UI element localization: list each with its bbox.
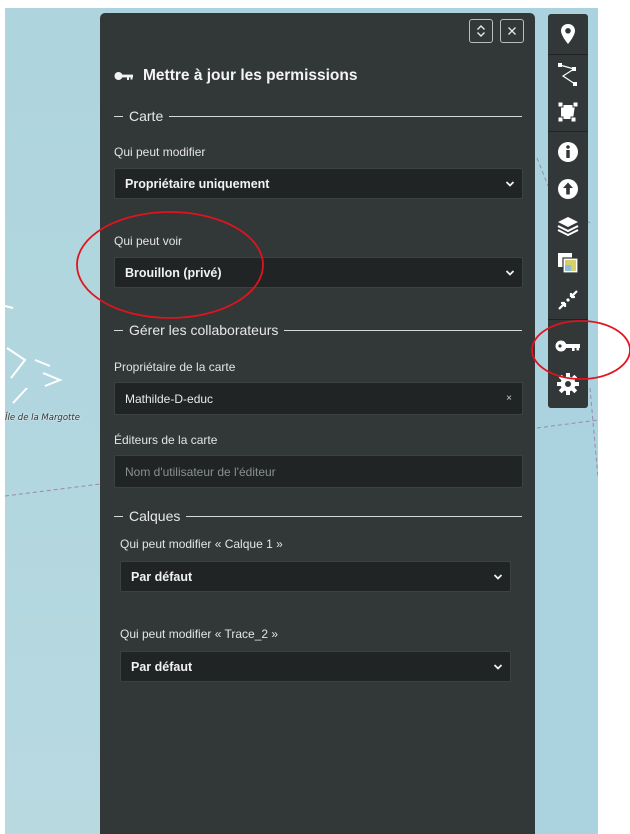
legend-line (284, 329, 522, 331)
view-permission-select[interactable]: Brouillon (privé) (114, 257, 523, 288)
collapse-expand-button[interactable] (469, 19, 493, 43)
draw-polygon-icon (557, 101, 579, 123)
legend-line (169, 115, 522, 117)
layer-permission-label: Qui peut modifier « Trace_2 » (120, 627, 279, 641)
legend-line (114, 115, 123, 117)
collaborators-section-legend: Gérer les collaborateurs (114, 322, 522, 338)
map-toolbar (548, 14, 588, 408)
toolbar-separator (548, 131, 588, 132)
panel-title: Mettre à jour les permissions (114, 67, 358, 85)
edit-permission-label: Qui peut modifier (114, 145, 206, 159)
owner-clear-button[interactable]: × (506, 393, 512, 404)
owner-field[interactable]: Mathilde-D-educ × (114, 382, 523, 415)
layers-section-title: Calques (129, 508, 181, 524)
edit-permission-select[interactable]: Propriétaire uniquement (114, 168, 523, 199)
map-section-title: Carte (129, 108, 164, 124)
info-button[interactable] (548, 134, 588, 170)
layer-permission-value: Par défaut (131, 569, 193, 584)
layers-button[interactable] (548, 208, 588, 244)
view-permission-value: Brouillon (privé) (125, 265, 222, 280)
settings-button[interactable] (548, 366, 588, 402)
edit-permission-value: Propriétaire uniquement (125, 176, 270, 191)
draw-line-icon (558, 63, 577, 86)
chevron-down-icon (505, 269, 515, 276)
chevron-down-icon (493, 573, 503, 580)
editors-input[interactable]: Nom d'utilisateur de l'éditeur (114, 455, 523, 488)
collaborators-section-title: Gérer les collaborateurs (129, 322, 279, 338)
info-icon (558, 142, 578, 162)
key-icon (555, 340, 580, 352)
marker-button[interactable] (548, 16, 588, 52)
layer-permission-select[interactable]: Par défaut (120, 561, 511, 592)
collapse-expand-icon (477, 25, 485, 37)
layers-section-legend: Calques (114, 508, 522, 524)
center-view-button[interactable] (548, 282, 588, 318)
chevron-down-icon (493, 663, 503, 670)
tilelayer-button[interactable] (548, 245, 588, 281)
editors-placeholder: Nom d'utilisateur de l'éditeur (125, 464, 276, 479)
permissions-button[interactable] (548, 328, 588, 364)
owner-label: Propriétaire de la carte (114, 360, 236, 374)
close-button[interactable] (500, 19, 524, 43)
center-view-icon (558, 290, 578, 310)
toolbar-separator (548, 319, 588, 320)
editors-label: Éditeurs de la carte (114, 433, 218, 447)
map-place-label: Île de la Margotte (5, 413, 80, 423)
panel-title-text: Mettre à jour les permissions (143, 67, 358, 84)
owner-value: Mathilde-D-educ (125, 391, 214, 406)
layer-permission-value: Par défaut (131, 659, 193, 674)
view-permission-label: Qui peut voir (114, 234, 183, 248)
layer-permission-label: Qui peut modifier « Calque 1 » (120, 537, 283, 551)
map-section-legend: Carte (114, 108, 522, 124)
layer-permission-select[interactable]: Par défaut (120, 651, 511, 682)
tilelayer-icon (558, 253, 579, 274)
import-icon (558, 179, 578, 199)
settings-icon (557, 373, 579, 395)
import-button[interactable] (548, 171, 588, 207)
draw-line-button[interactable] (548, 56, 588, 92)
draw-polygon-button[interactable] (548, 94, 588, 130)
legend-line (186, 515, 522, 517)
key-icon (114, 72, 133, 80)
chevron-down-icon (505, 180, 515, 187)
layers-icon (557, 217, 579, 237)
legend-line (114, 515, 123, 517)
marker-icon (561, 24, 575, 44)
legend-line (114, 329, 123, 331)
panel-tools (469, 19, 524, 43)
toolbar-separator (548, 54, 588, 55)
close-icon (508, 27, 516, 35)
permissions-panel: Mettre à jour les permissions Carte Qui … (100, 13, 535, 834)
